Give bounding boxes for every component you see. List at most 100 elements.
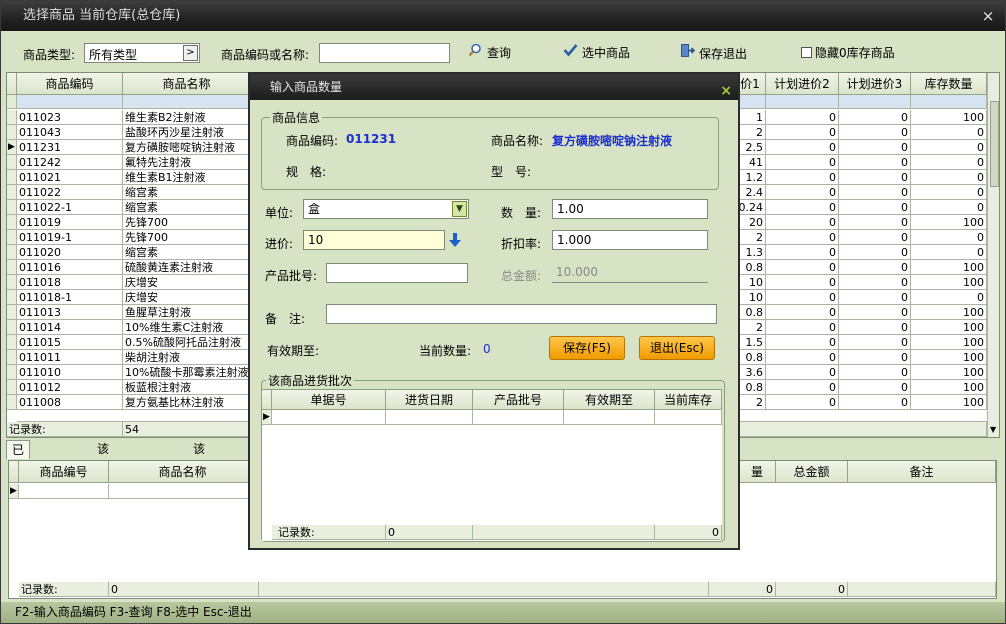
table-cell[interactable]: 庆增安	[123, 290, 251, 305]
table-cell[interactable]: 0	[839, 395, 911, 410]
discount-input[interactable]: 1.000	[552, 230, 708, 250]
close-icon[interactable]: ×	[979, 7, 997, 25]
column-header[interactable]: 库存数量	[911, 73, 987, 95]
table-cell[interactable]: 0	[766, 335, 839, 350]
table-cell[interactable]: 0	[911, 155, 987, 170]
table-cell[interactable]: 复方磺胺嘧啶钠注射液	[123, 140, 251, 155]
filter-cell[interactable]	[123, 95, 251, 109]
table-cell[interactable]: 硫酸黄连素注射液	[123, 260, 251, 275]
table-cell[interactable]: 0	[839, 275, 911, 290]
price-input[interactable]: 10	[303, 230, 445, 250]
table-cell[interactable]: 0	[766, 380, 839, 395]
chevron-right-icon[interactable]: >	[183, 45, 198, 61]
batch-no-input[interactable]	[326, 263, 468, 283]
table-cell[interactable]: 0	[839, 140, 911, 155]
column-header[interactable]: 计划进价3	[839, 73, 911, 95]
table-cell[interactable]: 0	[911, 230, 987, 245]
scroll-down-icon[interactable]: ▼	[990, 425, 996, 434]
table-cell[interactable]: 0	[839, 200, 911, 215]
table-cell[interactable]	[386, 410, 473, 425]
table-cell[interactable]: 100	[911, 320, 987, 335]
column-header[interactable]: 进货日期	[386, 390, 473, 410]
table-cell[interactable]: 先锋700	[123, 230, 251, 245]
table-cell[interactable]: 0	[766, 200, 839, 215]
table-cell[interactable]	[19, 484, 109, 499]
table-cell[interactable]: 复方氨基比林注射液	[123, 395, 251, 410]
table-cell[interactable]: 0	[839, 125, 911, 140]
column-header[interactable]: 单据号	[272, 390, 386, 410]
table-cell[interactable]: 011010	[17, 365, 123, 380]
table-cell[interactable]: 0	[911, 170, 987, 185]
tab-selected-products[interactable]: 已选择的商品	[6, 440, 31, 552]
table-cell[interactable]: 100	[911, 305, 987, 320]
column-header[interactable]: 商品名称	[123, 73, 251, 95]
table-cell[interactable]: 10%维生素C注射液	[123, 320, 251, 335]
table-cell[interactable]: 0	[766, 350, 839, 365]
table-cell[interactable]: 0	[911, 200, 987, 215]
table-cell[interactable]: 100	[911, 350, 987, 365]
table-cell[interactable]: 011022-1	[17, 200, 123, 215]
type-select[interactable]: 所有类型 >	[84, 43, 200, 63]
dialog-close-icon[interactable]: ×	[720, 78, 732, 104]
table-cell[interactable]: 011008	[17, 395, 123, 410]
table-cell[interactable]: 板蓝根注射液	[123, 380, 251, 395]
table-cell[interactable]: 0	[911, 290, 987, 305]
table-cell[interactable]: 0	[839, 290, 911, 305]
table-cell[interactable]: 0	[766, 230, 839, 245]
table-cell[interactable]: 011020	[17, 245, 123, 260]
table-cell[interactable]: 0	[839, 335, 911, 350]
table-cell[interactable]: 011012	[17, 380, 123, 395]
table-cell[interactable]: 0	[911, 125, 987, 140]
scrollbar-thumb[interactable]	[990, 101, 999, 187]
table-cell[interactable]: 0	[839, 320, 911, 335]
table-cell[interactable]: 0	[766, 185, 839, 200]
table-cell[interactable]: 盐酸环丙沙星注射液	[123, 125, 251, 140]
table-cell[interactable]: 0	[839, 110, 911, 125]
column-header[interactable]: 备注	[848, 461, 996, 483]
table-cell[interactable]: 缩宫素	[123, 200, 251, 215]
table-cell[interactable]: 0	[839, 350, 911, 365]
column-header[interactable]: 商品编码	[17, 73, 123, 95]
table-cell[interactable]: 011242	[17, 155, 123, 170]
table-cell[interactable]: 100	[911, 395, 987, 410]
search-button[interactable]: 查询	[467, 43, 511, 63]
table-cell[interactable]: 011231	[17, 140, 123, 155]
select-product-button[interactable]: 选中商品	[562, 43, 630, 63]
table-cell[interactable]: 011011	[17, 350, 123, 365]
column-header[interactable]: 总金额	[776, 461, 848, 483]
table-cell[interactable]	[473, 410, 564, 425]
table-cell[interactable]: 维生素B1注射液	[123, 170, 251, 185]
exit-button[interactable]: 退出(Esc)	[639, 336, 715, 360]
column-header[interactable]: 商品编号	[19, 461, 109, 483]
table-cell[interactable]: 0	[839, 380, 911, 395]
save-button[interactable]: 保存(F5)	[549, 336, 625, 360]
table-cell[interactable]: 0	[766, 245, 839, 260]
quantity-input[interactable]: 1.00	[552, 199, 708, 219]
tab-return-records[interactable]: 该商品退货记录	[92, 440, 114, 570]
table-cell[interactable]: 0	[911, 140, 987, 155]
table-cell[interactable]: 0	[766, 395, 839, 410]
table-cell[interactable]: 0	[839, 305, 911, 320]
table-cell[interactable]: 100	[911, 380, 987, 395]
table-cell[interactable]: 011043	[17, 125, 123, 140]
filter-cell[interactable]	[911, 95, 987, 109]
checkbox-box[interactable]	[801, 47, 812, 58]
table-cell[interactable]: 011015	[17, 335, 123, 350]
table-cell[interactable]: 0	[839, 260, 911, 275]
table-cell[interactable]: 缩宫素	[123, 245, 251, 260]
table-cell[interactable]: 0	[766, 110, 839, 125]
table-cell[interactable]: 0	[766, 215, 839, 230]
table-cell[interactable]: 0	[766, 155, 839, 170]
table-cell[interactable]: 0	[766, 260, 839, 275]
filter-cell[interactable]	[839, 95, 911, 109]
chevron-down-icon[interactable]: ▼	[452, 201, 467, 217]
table-cell[interactable]: 100	[911, 275, 987, 290]
save-exit-button[interactable]: 保存退出	[679, 43, 747, 63]
table-cell[interactable]: 011013	[17, 305, 123, 320]
arrow-down-icon[interactable]	[449, 232, 461, 251]
table-cell[interactable]: 维生素B2注射液	[123, 110, 251, 125]
table-cell[interactable]: 0	[766, 290, 839, 305]
table-cell[interactable]: 100	[911, 215, 987, 230]
filter-cell[interactable]	[17, 95, 123, 109]
table-cell[interactable]: 0	[839, 365, 911, 380]
